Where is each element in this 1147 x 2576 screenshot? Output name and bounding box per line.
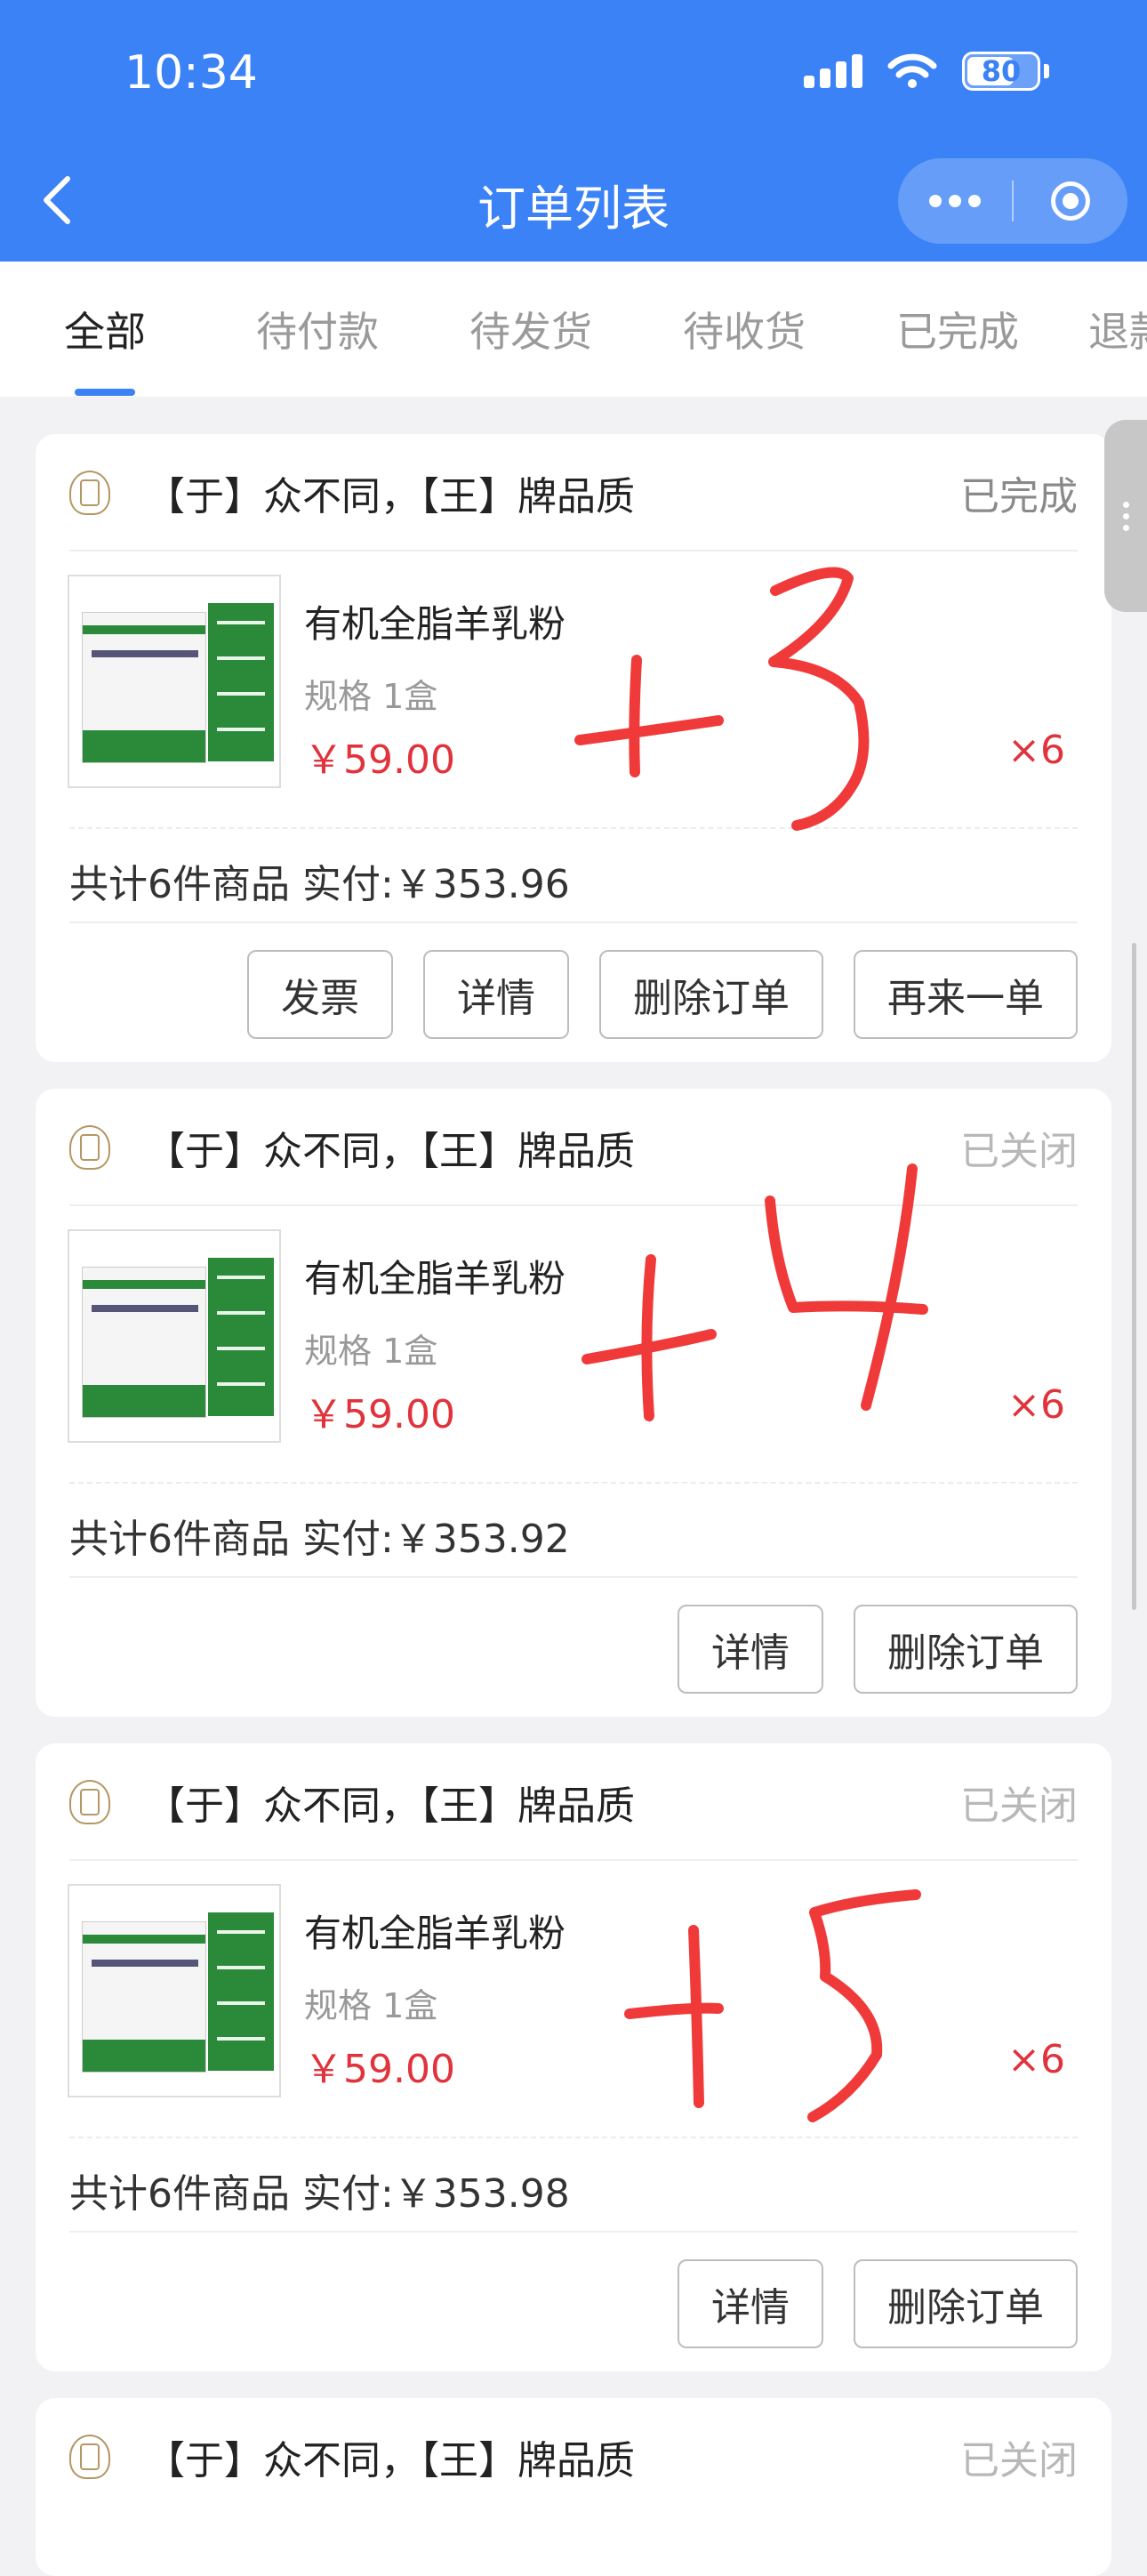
tab-label: 退款 (1088, 308, 1147, 356)
product-spec: 规格 1盒 (304, 677, 438, 716)
product-quantity: ×6 (1007, 1382, 1065, 1428)
tab-pending-receipt[interactable]: 待收货 (683, 300, 806, 358)
order-status: 已关闭 (960, 1129, 1078, 1174)
product-name[interactable]: 有机全脂羊乳粉 (304, 1249, 565, 1303)
product-name[interactable]: 有机全脂羊乳粉 (304, 1904, 565, 1958)
shop-logo (69, 2435, 110, 2479)
floating-drawer-handle[interactable] (1104, 420, 1147, 612)
shop-logo (69, 471, 110, 515)
details-button[interactable]: 详情 (678, 1605, 823, 1694)
wifi-icon (887, 53, 937, 88)
battery-level: 80 (981, 54, 1022, 88)
order-card-header: 【于】众不同，【王】牌品质 已关闭 (69, 1089, 1078, 1206)
order-card: 【于】众不同，【王】牌品质 已关闭 有机全脂羊乳粉 规格 1盒 ￥59.00 ×… (36, 1743, 1111, 2371)
tab-active-indicator (75, 389, 135, 396)
mini-program-capsule (898, 158, 1127, 244)
order-total: 共计6件商品 实付:￥353.98 (69, 2171, 570, 2217)
shop-name: 【于】众不同，【王】牌品质 (146, 1129, 635, 1174)
tab-completed[interactable]: 已完成 (896, 300, 1019, 358)
product-image[interactable] (68, 575, 281, 788)
product-quantity: ×6 (1007, 2037, 1065, 2082)
order-status: 已关闭 (960, 1783, 1078, 1829)
product-spec: 规格 1盒 (304, 1332, 438, 1371)
delete-order-button[interactable]: 删除订单 (599, 950, 823, 1039)
close-target-icon[interactable] (1014, 158, 1127, 244)
order-total: 共计6件商品 实付:￥353.92 (69, 1517, 570, 1562)
tab-label: 待收货 (683, 308, 806, 356)
order-actions: 详情 删除订单 (678, 1605, 1078, 1694)
details-button[interactable]: 详情 (678, 2259, 823, 2348)
order-status: 已完成 (960, 474, 1078, 519)
app-header: 10:34 80 订单列表 (0, 0, 1147, 262)
tab-label: 待发货 (469, 308, 592, 356)
scrollbar[interactable] (1132, 943, 1136, 1610)
status-time: 10:34 (124, 46, 258, 100)
order-card-header: 【于】众不同，【王】牌品质 已完成 (69, 434, 1078, 551)
order-card: 【于】众不同，【王】牌品质 已完成 有机全脂羊乳粉 规格 1盒 ￥59.00 ×… (36, 434, 1111, 1062)
shop-logo (69, 1780, 110, 1824)
tab-label: 已完成 (896, 308, 1019, 356)
order-card: 【于】众不同，【王】牌品质 已关闭 (36, 2398, 1111, 2576)
tab-label: 全部 (64, 308, 146, 356)
product-price: ￥59.00 (304, 2047, 455, 2092)
tab-pending-payment[interactable]: 待付款 (256, 300, 379, 358)
delete-order-button[interactable]: 删除订单 (854, 1605, 1078, 1694)
product-price: ￥59.00 (304, 737, 455, 783)
order-card-header: 【于】众不同，【王】牌品质 已关闭 (69, 1743, 1078, 1861)
shop-logo (69, 1125, 110, 1170)
shop-name: 【于】众不同，【王】牌品质 (146, 474, 635, 519)
tab-pending-shipment[interactable]: 待发货 (469, 300, 592, 358)
shop-name: 【于】众不同，【王】牌品质 (146, 2438, 635, 2483)
order-card: 【于】众不同，【王】牌品质 已关闭 有机全脂羊乳粉 规格 1盒 ￥59.00 ×… (36, 1089, 1111, 1717)
reorder-button[interactable]: 再来一单 (854, 950, 1078, 1039)
product-image[interactable] (68, 1229, 281, 1443)
delete-order-button[interactable]: 删除订单 (854, 2259, 1078, 2348)
order-total: 共计6件商品 实付:￥353.96 (69, 862, 570, 907)
order-actions: 发票 详情 删除订单 再来一单 (247, 950, 1078, 1039)
order-status: 已关闭 (960, 2438, 1078, 2483)
shop-name: 【于】众不同，【王】牌品质 (146, 1783, 635, 1829)
product-spec: 规格 1盒 (304, 1986, 438, 2025)
product-image[interactable] (68, 1884, 281, 2097)
product-name[interactable]: 有机全脂羊乳粉 (304, 594, 565, 648)
order-actions: 详情 删除订单 (678, 2259, 1078, 2348)
tab-all[interactable]: 全部 (64, 300, 146, 396)
product-price: ￥59.00 (304, 1392, 455, 1437)
order-card-header: 【于】众不同，【王】牌品质 已关闭 (69, 2398, 1078, 2516)
signal-icon (804, 54, 862, 88)
product-quantity: ×6 (1007, 728, 1065, 773)
invoice-button[interactable]: 发票 (247, 950, 393, 1039)
order-tabs: 全部 待付款 待发货 待收货 已完成 退款 (0, 262, 1147, 397)
tab-refund[interactable]: 退款 (1088, 300, 1147, 358)
battery-icon: 80 (962, 52, 1049, 91)
details-button[interactable]: 详情 (423, 950, 569, 1039)
more-icon[interactable] (898, 158, 1012, 244)
tab-label: 待付款 (256, 308, 379, 356)
status-icons: 80 (804, 52, 1049, 91)
